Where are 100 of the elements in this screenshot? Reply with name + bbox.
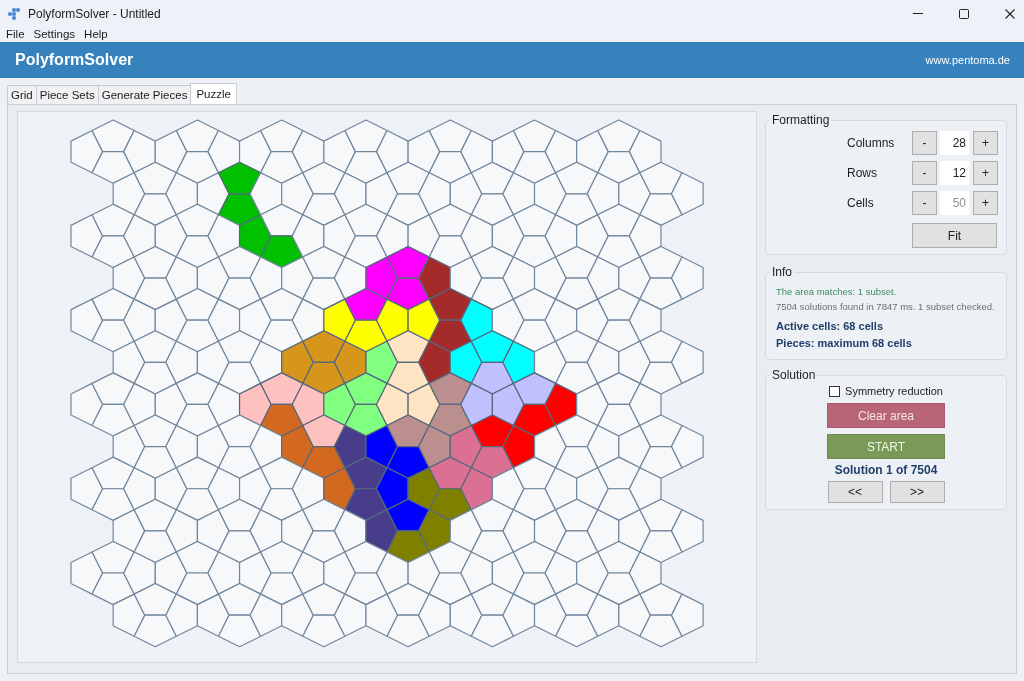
pentagon-cell[interactable] bbox=[597, 456, 641, 490]
pentagon-cell[interactable] bbox=[302, 193, 346, 226]
pentagon-cell[interactable] bbox=[554, 330, 599, 363]
pentagon-cell[interactable] bbox=[175, 203, 220, 237]
pentagon-cell[interactable] bbox=[112, 424, 146, 469]
pentagon-cell[interactable] bbox=[207, 382, 241, 427]
pentagon-cell[interactable] bbox=[533, 340, 567, 384]
pentagon-cell[interactable] bbox=[512, 372, 557, 406]
pentagon-cell[interactable] bbox=[428, 572, 472, 606]
pentagon-cell[interactable] bbox=[91, 456, 135, 490]
pentagon-cell[interactable] bbox=[302, 530, 346, 564]
pentagon-cell[interactable] bbox=[344, 572, 388, 606]
pentagon-cell[interactable] bbox=[133, 530, 177, 564]
pentagon-cell[interactable] bbox=[217, 161, 262, 195]
pentagon-cell[interactable] bbox=[112, 340, 146, 384]
pentagon-cell[interactable] bbox=[576, 382, 609, 427]
pentagon-cell[interactable] bbox=[512, 203, 557, 237]
pentagon-cell[interactable] bbox=[217, 498, 262, 532]
pentagon-cell[interactable] bbox=[628, 551, 662, 595]
pentagon-cell[interactable] bbox=[418, 424, 451, 469]
pentagon-cell[interactable] bbox=[428, 319, 472, 353]
pentagon-cell[interactable] bbox=[449, 340, 483, 384]
pentagon-cell[interactable] bbox=[470, 614, 514, 648]
pentagon-cell[interactable] bbox=[544, 298, 578, 342]
pentagon-cell[interactable] bbox=[491, 382, 525, 427]
pentagon-cell[interactable] bbox=[449, 509, 483, 553]
pentagon-cell[interactable] bbox=[491, 214, 525, 258]
pentagon-cell[interactable] bbox=[491, 298, 525, 342]
pentagon-cell[interactable] bbox=[196, 593, 230, 637]
pentagon-cell[interactable] bbox=[670, 256, 704, 300]
pentagon-cell[interactable] bbox=[217, 330, 262, 363]
pentagon-cell[interactable] bbox=[133, 361, 177, 395]
number-field[interactable]: 28 bbox=[940, 131, 969, 155]
pentagon-cell[interactable] bbox=[639, 530, 683, 564]
pentagon-cell[interactable] bbox=[533, 509, 567, 553]
pentagon-cell[interactable] bbox=[249, 172, 283, 216]
pentagon-cell[interactable] bbox=[544, 551, 578, 595]
pentagon-cell[interactable] bbox=[123, 382, 156, 427]
pentagon-cell[interactable] bbox=[249, 593, 283, 637]
pentagon-cell[interactable] bbox=[133, 614, 177, 648]
pentagon-cell[interactable] bbox=[554, 614, 599, 648]
pentagon-cell[interactable] bbox=[365, 340, 399, 384]
pentagon-cell[interactable] bbox=[207, 214, 241, 258]
pentagon-cell[interactable] bbox=[407, 467, 441, 511]
pentagon-cell[interactable] bbox=[639, 161, 683, 195]
pentagon-cell[interactable] bbox=[512, 151, 557, 184]
pentagon-cell[interactable] bbox=[333, 593, 367, 637]
pentagon-cell[interactable] bbox=[670, 593, 704, 637]
pentagon-cell[interactable] bbox=[302, 614, 346, 648]
pentagon-cell[interactable] bbox=[112, 256, 146, 300]
pentagon-cell[interactable] bbox=[217, 193, 262, 226]
pentagon-cell[interactable] bbox=[259, 456, 304, 490]
pentagon-cell[interactable] bbox=[302, 582, 346, 616]
pentagon-cell[interactable] bbox=[344, 119, 388, 153]
pentagon-cell[interactable] bbox=[323, 467, 356, 511]
pentagon-cell[interactable] bbox=[238, 214, 272, 258]
pentagon-cell[interactable] bbox=[323, 551, 356, 595]
pentagon-cell[interactable] bbox=[586, 340, 620, 384]
pentagon-cell[interactable] bbox=[333, 509, 367, 553]
pentagon-cell[interactable] bbox=[460, 551, 493, 595]
pentagon-cell[interactable] bbox=[217, 414, 262, 448]
pentagon-cell[interactable] bbox=[249, 340, 283, 384]
pentagon-cell[interactable] bbox=[91, 372, 135, 406]
pentagon-cell[interactable] bbox=[470, 446, 514, 479]
pentagon-cell[interactable] bbox=[133, 245, 177, 279]
pentagon-cell[interactable] bbox=[123, 467, 156, 511]
pentagon-cell[interactable] bbox=[628, 382, 662, 427]
pentagon-cell[interactable] bbox=[196, 340, 230, 384]
pentagon-cell[interactable] bbox=[291, 129, 325, 174]
pentagon-cell[interactable] bbox=[470, 582, 514, 616]
tab[interactable]: Grid bbox=[7, 85, 37, 104]
pentagon-cell[interactable] bbox=[281, 509, 314, 553]
pentagon-cell[interactable] bbox=[133, 330, 177, 363]
pentagon-cell[interactable] bbox=[544, 382, 578, 427]
pentagon-cell[interactable] bbox=[502, 509, 536, 553]
pentagon-cell[interactable] bbox=[597, 151, 641, 184]
pentagon-cell[interactable] bbox=[70, 551, 104, 595]
pentagon-cell[interactable] bbox=[576, 214, 609, 258]
pentagon-cell[interactable] bbox=[418, 256, 451, 300]
pentagon-cell[interactable] bbox=[91, 287, 135, 321]
number-field[interactable]: 12 bbox=[940, 161, 969, 185]
pentagon-cell[interactable] bbox=[259, 287, 304, 321]
pentagon-cell[interactable] bbox=[533, 172, 567, 216]
pentagon-cell[interactable] bbox=[133, 582, 177, 616]
pentagon-cell[interactable] bbox=[639, 245, 683, 279]
pentagon-cell[interactable] bbox=[639, 277, 683, 311]
pentagon-cell[interactable] bbox=[418, 593, 451, 637]
pentagon-cell[interactable] bbox=[670, 172, 704, 216]
pentagon-cell[interactable] bbox=[386, 161, 430, 195]
pentagon-cell[interactable] bbox=[586, 424, 620, 469]
pentagon-cell[interactable] bbox=[428, 119, 472, 153]
pentagon-cell[interactable] bbox=[554, 498, 599, 532]
pentagon-cell[interactable] bbox=[618, 424, 651, 469]
pentagon-cell[interactable] bbox=[281, 172, 314, 216]
pentagon-cell[interactable] bbox=[259, 203, 304, 237]
menu-item[interactable]: File bbox=[2, 27, 30, 42]
pentagon-cell[interactable] bbox=[418, 509, 451, 553]
pentagon-cell[interactable] bbox=[407, 298, 441, 342]
pentagon-cell[interactable] bbox=[207, 551, 241, 595]
pentagon-cell[interactable] bbox=[449, 424, 483, 469]
